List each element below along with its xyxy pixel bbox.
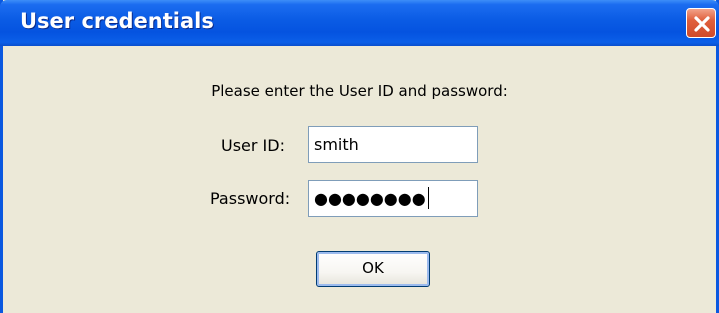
user-id-input[interactable]: smith	[308, 126, 478, 163]
password-value: ●●●●●●●●	[314, 189, 426, 208]
ok-button[interactable]: OK	[316, 251, 430, 287]
title-bar[interactable]: User credentials	[0, 0, 719, 46]
text-caret	[427, 186, 429, 209]
password-input[interactable]: ●●●●●●●●	[308, 180, 478, 217]
close-button[interactable]	[686, 8, 716, 38]
password-label: Password:	[210, 189, 291, 208]
close-icon	[694, 16, 710, 32]
credentials-dialog: User credentials Please enter the User I…	[0, 0, 719, 313]
user-id-value: smith	[314, 135, 359, 154]
user-id-label: User ID:	[221, 136, 285, 155]
window-title: User credentials	[20, 9, 214, 33]
instruction-text: Please enter the User ID and password:	[211, 82, 508, 100]
